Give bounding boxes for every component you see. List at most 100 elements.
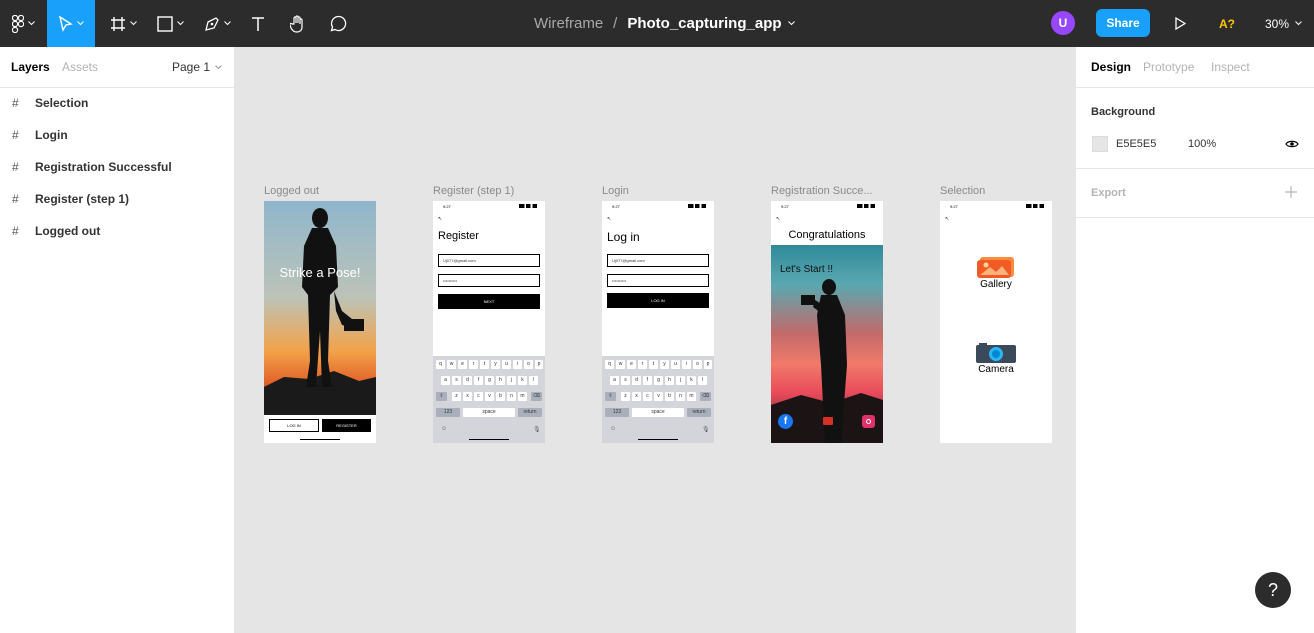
shift-key[interactable]: ⇧ xyxy=(436,392,447,401)
key[interactable]: g xyxy=(485,376,494,385)
key[interactable]: s xyxy=(621,376,630,385)
shape-tool-button[interactable] xyxy=(150,0,190,47)
delete-key[interactable]: ⌫ xyxy=(531,392,542,401)
frame-label[interactable]: Logged out xyxy=(264,185,376,197)
shift-key[interactable]: ⇧ xyxy=(605,392,616,401)
frame-label[interactable]: Registration Succe... xyxy=(771,185,883,197)
avatar[interactable]: U xyxy=(1051,11,1075,35)
frame-label[interactable]: Selection xyxy=(940,185,1052,197)
chevron-down-icon[interactable] xyxy=(787,21,795,26)
missing-fonts-indicator[interactable]: A? xyxy=(1219,0,1235,47)
return-key[interactable]: return xyxy=(518,408,542,417)
layer-registration-successful[interactable]: # Registration Successful xyxy=(0,151,234,183)
key[interactable]: c xyxy=(474,392,483,401)
key[interactable]: k xyxy=(518,376,527,385)
key[interactable]: f xyxy=(643,376,652,385)
figma-menu-button[interactable] xyxy=(0,0,47,47)
key[interactable]: x xyxy=(632,392,641,401)
next-button[interactable]: NEXT xyxy=(438,294,540,309)
login-submit-button[interactable]: LOG IN xyxy=(607,293,709,308)
key[interactable]: r xyxy=(638,360,647,369)
key[interactable]: e xyxy=(627,360,636,369)
key[interactable]: w xyxy=(447,360,456,369)
tab-inspect[interactable]: Inspect xyxy=(1211,60,1250,74)
plus-icon[interactable] xyxy=(1285,186,1297,198)
canvas[interactable]: Logged out Strike a Pose! LOG IN REGISTE… xyxy=(235,47,1075,633)
layer-login[interactable]: # Login xyxy=(0,119,234,151)
background-hex-input[interactable]: E5E5E5 xyxy=(1116,138,1156,150)
layer-selection[interactable]: # Selection xyxy=(0,87,234,119)
key[interactable]: z xyxy=(452,392,461,401)
key[interactable]: x xyxy=(463,392,472,401)
key[interactable]: t xyxy=(480,360,489,369)
frame-label[interactable]: Register (step 1) xyxy=(433,185,545,197)
key[interactable]: w xyxy=(616,360,625,369)
key[interactable]: b xyxy=(665,392,674,401)
key[interactable]: p xyxy=(535,360,543,369)
breadcrumb-team[interactable]: Wireframe xyxy=(534,15,603,32)
key[interactable]: d xyxy=(463,376,472,385)
file-name[interactable]: Photo_capturing_app xyxy=(627,15,781,32)
back-arrow[interactable]: ↖ xyxy=(607,216,611,222)
key[interactable]: o xyxy=(524,360,533,369)
delete-key[interactable]: ⌫ xyxy=(700,392,711,401)
facebook-icon[interactable]: f xyxy=(778,414,793,429)
zoom-dropdown[interactable]: 30% xyxy=(1265,0,1302,47)
email-field[interactable]: Uj077@gmail.com xyxy=(438,254,540,267)
key[interactable]: a xyxy=(610,376,619,385)
instagram-icon[interactable] xyxy=(862,415,875,428)
eye-icon[interactable] xyxy=(1285,139,1299,149)
frame-login[interactable]: 9:27 ↖ Log in Uj077@gmail.com ••••••••••… xyxy=(602,201,714,443)
page-selector[interactable]: Page 1 xyxy=(172,60,222,74)
key[interactable]: t xyxy=(649,360,658,369)
present-button[interactable] xyxy=(1168,0,1192,47)
key[interactable]: l xyxy=(698,376,707,385)
key[interactable]: s xyxy=(452,376,461,385)
background-color-swatch[interactable] xyxy=(1092,136,1108,152)
camera-label[interactable]: Camera xyxy=(940,364,1052,375)
frame-label[interactable]: Login xyxy=(602,185,714,197)
space-key[interactable]: space xyxy=(632,408,684,417)
key[interactable]: r xyxy=(469,360,478,369)
key[interactable]: c xyxy=(643,392,652,401)
camera-icon[interactable] xyxy=(975,342,1017,364)
frame-register[interactable]: 9:27 ↖ Register Uj077@gmail.com ••••••••… xyxy=(433,201,545,443)
move-tool-button[interactable] xyxy=(47,0,95,47)
return-key[interactable]: return xyxy=(687,408,711,417)
key[interactable]: n xyxy=(676,392,685,401)
layer-register-step-1[interactable]: # Register (step 1) xyxy=(0,183,234,215)
microphone-icon[interactable]: 🎙 xyxy=(533,426,541,433)
key[interactable]: h xyxy=(665,376,674,385)
key[interactable]: i xyxy=(513,360,522,369)
email-field[interactable]: Uj077@gmail.com xyxy=(607,254,709,267)
key[interactable]: v xyxy=(485,392,494,401)
frame-tool-button[interactable] xyxy=(103,0,143,47)
key[interactable]: p xyxy=(704,360,712,369)
key[interactable]: q xyxy=(605,360,614,369)
password-field[interactable]: •••••••••• xyxy=(438,274,540,287)
emoji-icon[interactable]: ☺ xyxy=(441,426,447,432)
back-arrow[interactable]: ↖ xyxy=(776,216,780,222)
key[interactable]: u xyxy=(502,360,511,369)
key[interactable]: j xyxy=(676,376,685,385)
key[interactable]: m xyxy=(518,392,527,401)
numbers-key[interactable]: 123 xyxy=(605,408,629,417)
text-tool-button[interactable] xyxy=(244,0,272,47)
password-field[interactable]: •••••••••• xyxy=(607,274,709,287)
tab-design[interactable]: Design xyxy=(1091,60,1131,74)
key[interactable]: u xyxy=(671,360,680,369)
pen-tool-button[interactable] xyxy=(196,0,238,47)
numbers-key[interactable]: 123 xyxy=(436,408,460,417)
gallery-icon[interactable] xyxy=(976,255,1016,279)
key[interactable]: v xyxy=(654,392,663,401)
tab-layers[interactable]: Layers xyxy=(11,60,50,74)
key[interactable]: k xyxy=(687,376,696,385)
help-button[interactable]: ? xyxy=(1255,572,1291,608)
login-button[interactable]: LOG IN xyxy=(269,419,319,432)
key[interactable]: l xyxy=(529,376,538,385)
tab-prototype[interactable]: Prototype xyxy=(1143,60,1194,74)
key[interactable]: z xyxy=(621,392,630,401)
key[interactable]: y xyxy=(660,360,669,369)
comment-tool-button[interactable] xyxy=(324,0,352,47)
frame-selection[interactable]: 9:27 ↖ Gallery Camera xyxy=(940,201,1052,443)
